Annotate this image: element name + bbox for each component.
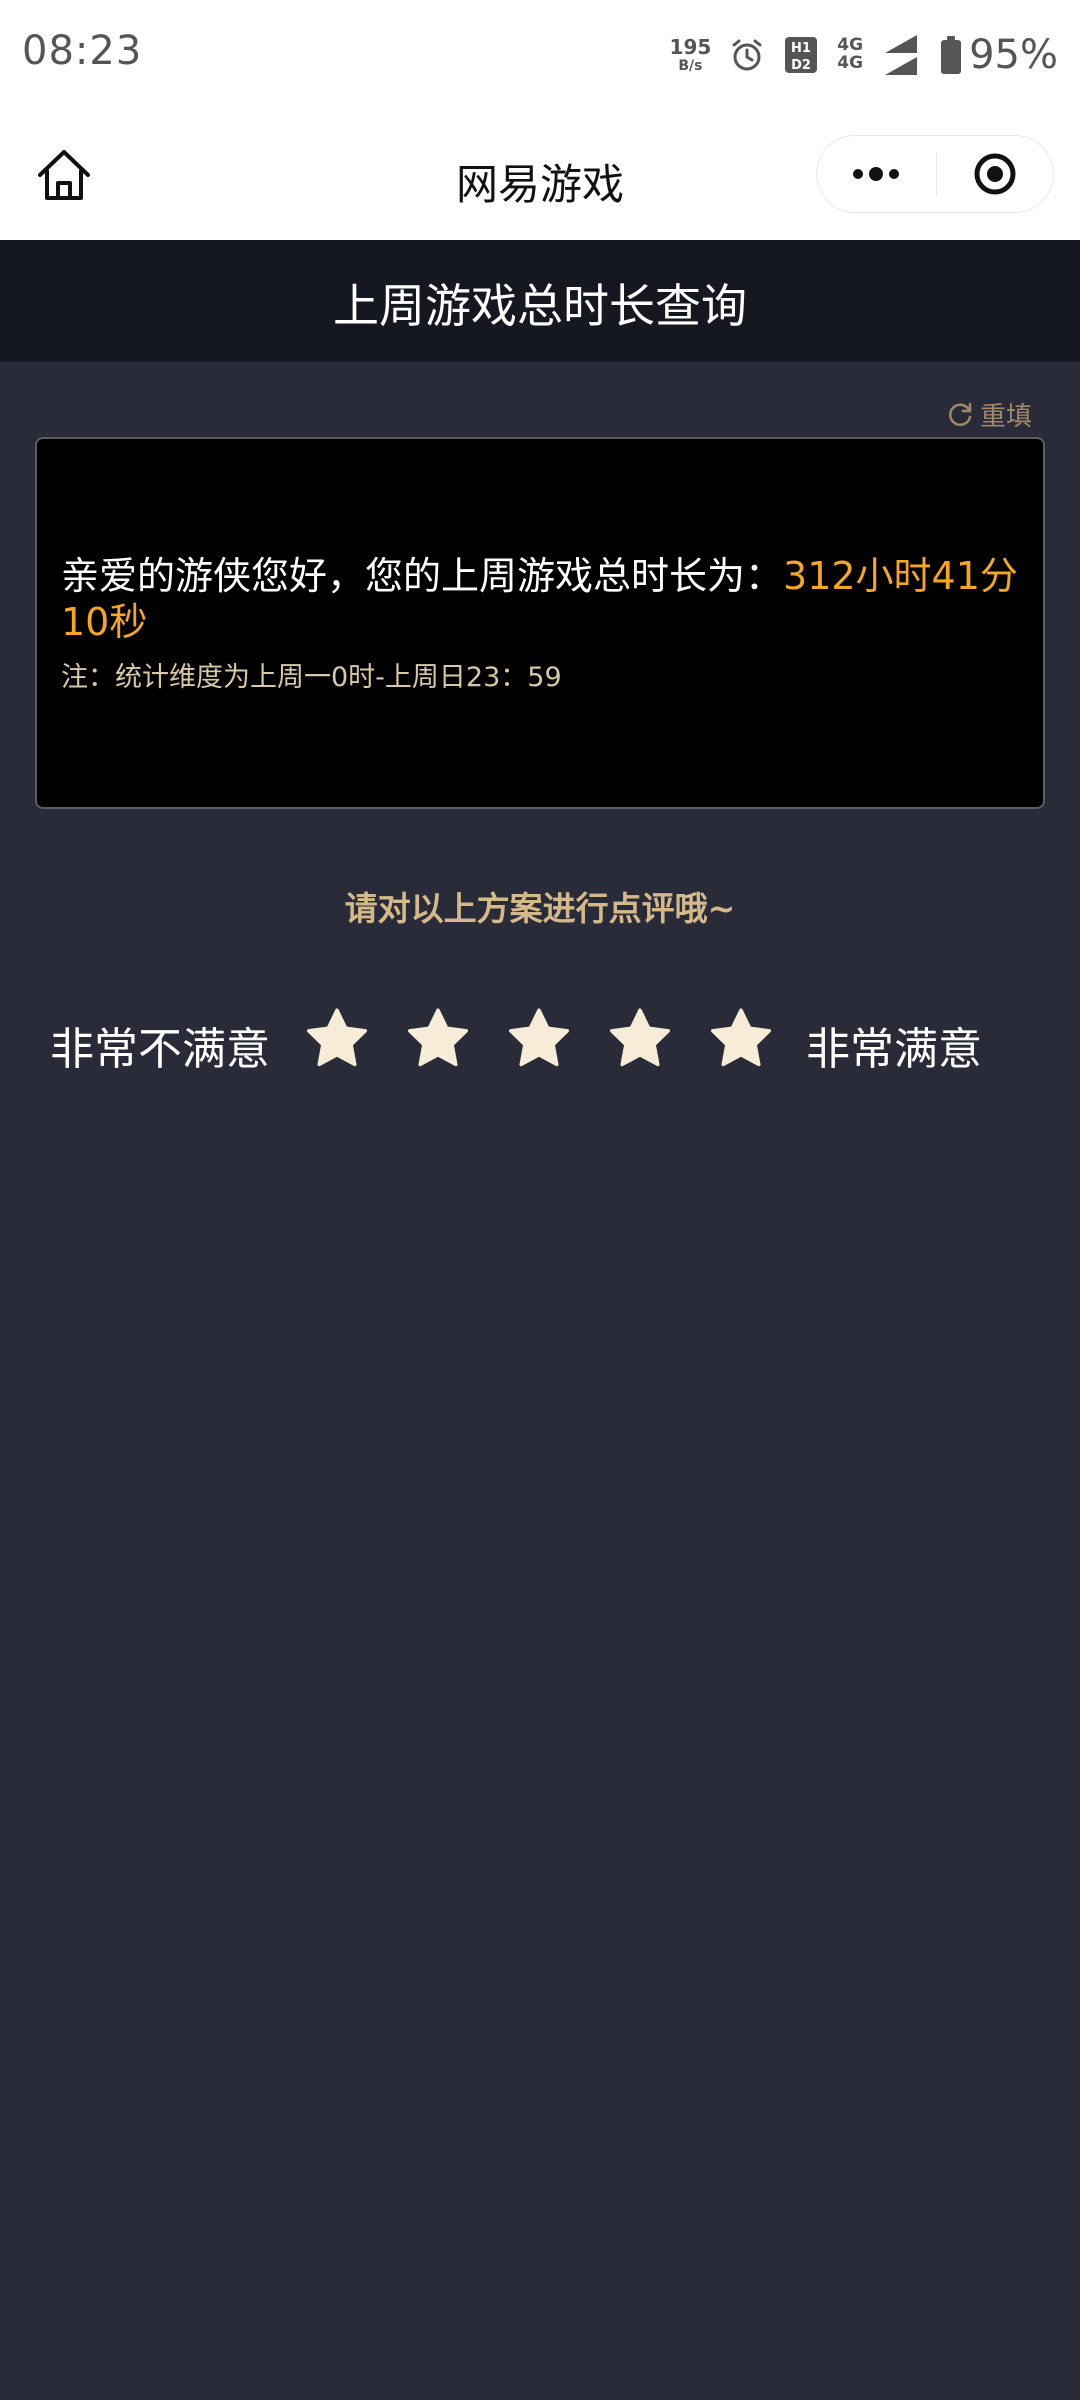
rating-low-label: 非常不满意 (50, 1024, 270, 1075)
reset-label: 重填 (979, 402, 1032, 432)
star-icon[interactable] (303, 1005, 371, 1073)
alarm-icon (732, 39, 762, 71)
battery-icon (941, 36, 962, 74)
svg-text:D2: D2 (791, 58, 811, 73)
page-title: 上周游戏总时长查询 (333, 279, 747, 333)
network-speed-value: 195 (669, 35, 712, 59)
result-text: 亲爱的游侠您好，您的上周游戏总时长为：312小时41分10秒 (61, 553, 1021, 645)
network-type-bottom: 4G (837, 53, 864, 73)
refresh-icon (949, 402, 972, 426)
status-bar: 08:23 195 B/s H1 D2 4G 4G 95% (0, 0, 1080, 115)
network-speed-unit: B/s (678, 58, 703, 74)
star-icon[interactable] (707, 1005, 775, 1073)
reset-button[interactable]: 重填 (948, 396, 1032, 433)
network-speed: 195 B/s (670, 37, 712, 73)
status-icons: 195 B/s H1 D2 4G 4G 95% (670, 30, 1058, 80)
close-button[interactable] (937, 136, 1053, 212)
rating-prompt: 请对以上方案进行点评哦~ (344, 889, 736, 928)
result-prefix: 亲爱的游侠您好，您的上周游戏总时长为： (61, 554, 784, 598)
battery: 95% (939, 32, 1058, 78)
status-time: 08:23 (22, 28, 143, 74)
star-icon[interactable] (404, 1005, 472, 1073)
result-card: 亲爱的游侠您好，您的上周游戏总时长为：312小时41分10秒 注：统计维度为上周… (35, 437, 1045, 809)
star-icon[interactable] (606, 1005, 674, 1073)
close-target-icon (974, 153, 1016, 195)
page-header: 上周游戏总时长查询 (0, 240, 1080, 362)
more-button[interactable] (817, 136, 935, 212)
result-note: 注：统计维度为上周一0时-上周日23：59 (61, 662, 562, 693)
nav-bar: 网易游戏 (0, 115, 1080, 240)
rating-high-label: 非常满意 (806, 1024, 982, 1075)
signal-icon (885, 35, 918, 75)
svg-text:H1: H1 (791, 41, 811, 56)
star-icon[interactable] (505, 1005, 573, 1073)
more-icon (853, 167, 899, 181)
battery-percent: 95% (969, 32, 1058, 78)
hd-icon: H1 D2 (785, 37, 818, 73)
mini-program-capsule (816, 135, 1054, 213)
network-type: 4G 4G (837, 36, 864, 73)
rating-row: 非常不满意 非常满意 (0, 1005, 1080, 1077)
